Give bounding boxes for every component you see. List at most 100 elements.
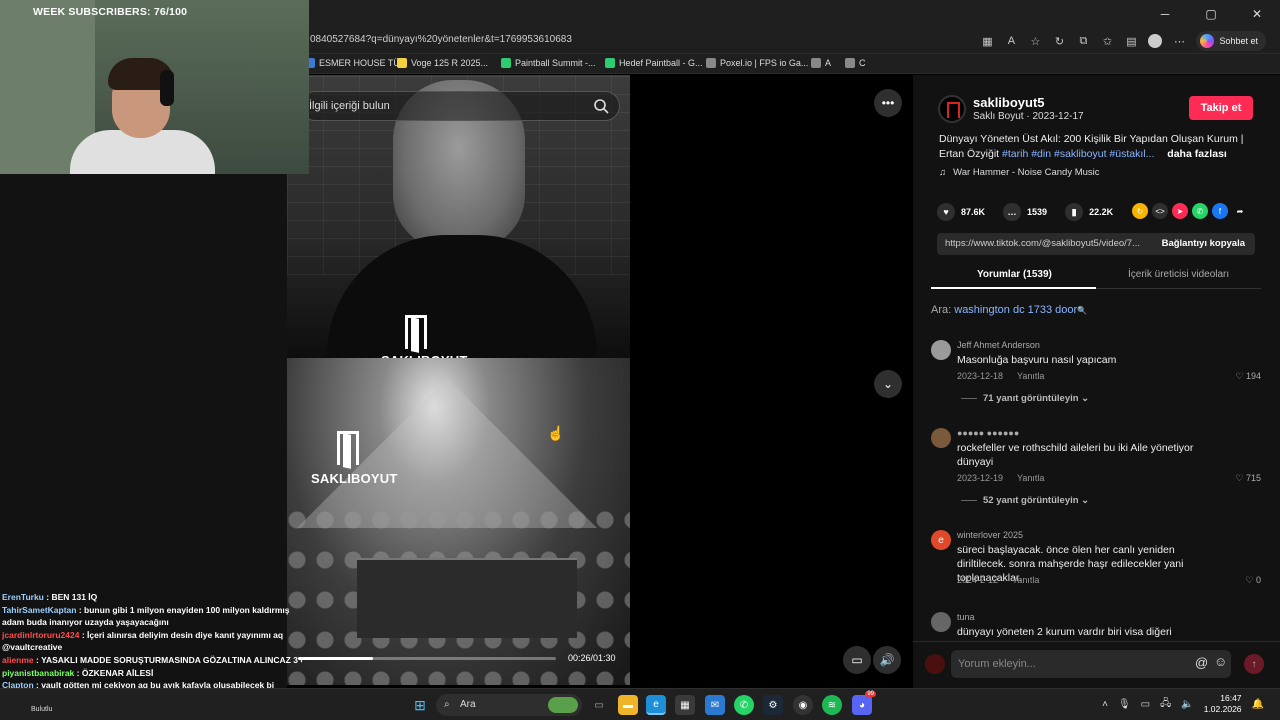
mail-icon[interactable]: ✉ xyxy=(705,695,725,715)
show-more-link[interactable]: daha fazlası xyxy=(1167,148,1227,160)
notifications-icon[interactable]: 🔔 xyxy=(1252,699,1264,710)
commenter-name[interactable]: tuna xyxy=(957,612,975,622)
favorites-icon[interactable]: ✩ xyxy=(1100,34,1114,48)
comment-text: Masonluğa başvuru nasıl yapıcam xyxy=(957,354,1117,366)
task-view-icon[interactable]: ▭ xyxy=(589,695,609,715)
bookmark-item[interactable]: Hedef Paintball - G... xyxy=(605,58,703,68)
send-to-friends-icon[interactable]: ➤ xyxy=(1172,203,1188,219)
copilot-button[interactable]: Sohbet et xyxy=(1196,31,1266,51)
chevron-down-icon: ⌄ xyxy=(882,377,894,391)
windows-start-icon[interactable]: ⊞ xyxy=(410,695,430,715)
bookmark-item[interactable]: Poxel.io | FPS io Ga... xyxy=(706,58,808,68)
hashtags[interactable]: #tarih #din #sakliboyut #üstakıl... xyxy=(1002,148,1154,160)
facebook-icon[interactable]: f xyxy=(1212,203,1228,219)
volume-icon: 🔊 xyxy=(879,653,895,667)
author-avatar[interactable] xyxy=(938,95,966,123)
emoji-icon[interactable]: ☺ xyxy=(1214,654,1227,669)
copy-link-button[interactable]: Bağlantıyı kopyala xyxy=(1162,238,1245,249)
chat-username: alienme xyxy=(2,654,34,665)
commenter-avatar[interactable] xyxy=(931,340,951,360)
commenter-name[interactable]: ●●●●● ●●●●●● xyxy=(957,428,1019,438)
video-progress-bar[interactable] xyxy=(298,657,556,660)
comment-like-button[interactable]: ♡ 0 xyxy=(1245,575,1261,586)
next-video-button[interactable]: ⌄ xyxy=(874,370,902,398)
music-info[interactable]: ♫ War Hammer - Noise Candy Music xyxy=(939,167,1100,178)
weather-label: Bulutlu xyxy=(31,706,53,713)
whatsapp-icon[interactable]: ✆ xyxy=(1192,203,1208,219)
minimize-button[interactable]: ─ xyxy=(1142,0,1188,28)
commenter-avatar[interactable]: e xyxy=(931,530,951,550)
tray-chevron-icon[interactable]: ˄ xyxy=(1102,699,1108,710)
url-field[interactable]: 0840527684?q=dünyayı%20yönetenler&t=1769… xyxy=(310,34,572,45)
commenter-avatar[interactable] xyxy=(931,428,951,448)
mini-player-button[interactable]: ▭ xyxy=(843,646,871,674)
search-icon[interactable] xyxy=(593,98,609,114)
taskbar-search[interactable]: ⌕ Ara xyxy=(436,694,582,716)
follow-button[interactable]: Takip et xyxy=(1189,96,1253,120)
search-suggestion[interactable]: Ara: washington dc 1733 door🔍 xyxy=(931,304,1087,316)
bookmark-icon: ▮ xyxy=(1065,203,1084,221)
network-icon[interactable]: 🖧 xyxy=(1160,696,1171,713)
tab-comments[interactable]: Yorumlar (1539) xyxy=(977,269,1052,280)
favorite-star-icon[interactable]: ☆ xyxy=(1028,34,1042,48)
related-search-input[interactable]: İlgili içeriği bulun xyxy=(300,91,620,121)
commenter-name[interactable]: Jeff Ahmet Anderson xyxy=(957,340,1040,350)
commenter-name[interactable]: winterlover 2025 xyxy=(957,530,1023,540)
store-icon[interactable]: ▦ xyxy=(675,695,695,715)
reply-button[interactable]: Yanıtla xyxy=(1012,575,1039,585)
app-available-icon[interactable]: ▦ xyxy=(980,34,994,48)
obs-icon[interactable]: ◉ xyxy=(793,695,813,715)
bookmark-item[interactable]: Voge 125 R 2025... xyxy=(397,58,488,68)
clock[interactable]: 16:47 1.02.2026 xyxy=(1204,693,1242,715)
author-name[interactable]: sakliboyut5 xyxy=(973,95,1045,110)
comment-like-button[interactable]: ♡ 194 xyxy=(1235,371,1261,382)
more-options-button[interactable]: ••• xyxy=(874,89,902,117)
commenter-avatar[interactable] xyxy=(931,612,951,632)
send-comment-button[interactable]: ↑ xyxy=(1244,654,1264,674)
comment-input[interactable]: Yorum ekleyin... xyxy=(951,650,1231,678)
collections-icon[interactable]: ▤ xyxy=(1124,34,1138,48)
bookmark-item[interactable]: Paintball Summit -... xyxy=(501,58,596,68)
repost-icon[interactable]: ↻ xyxy=(1132,203,1148,219)
translate-icon[interactable]: A xyxy=(1004,34,1018,48)
view-replies-button[interactable]: 71 yanıt görüntüleyin ⌄ xyxy=(961,393,1089,404)
bookmark-favicon-icon xyxy=(501,58,511,68)
mention-icon[interactable]: @ xyxy=(1195,655,1208,670)
microphone-icon[interactable]: 🎙 xyxy=(1118,699,1131,710)
tab-creator-videos[interactable]: İçerik üreticisi videoları xyxy=(1128,269,1229,280)
embed-icon[interactable]: <> xyxy=(1152,203,1168,219)
bookmark-item[interactable]: C xyxy=(845,58,866,68)
video-player[interactable]: SAKLIBOYUT SAKLIBOYUT xyxy=(287,75,630,685)
comment-like-button[interactable]: ♡ 715 xyxy=(1235,473,1261,484)
file-explorer-icon[interactable]: ▬ xyxy=(618,695,638,715)
system-tray: ˄ 🎙 ▭ 🖧 🔈 16:47 1.02.2026 🔔 xyxy=(1102,693,1264,715)
share-arrow-icon[interactable]: ➦ xyxy=(1232,203,1248,219)
bookmark-item[interactable]: A xyxy=(811,58,831,68)
discord-icon[interactable]: ◕ 99 xyxy=(852,691,876,715)
reply-button[interactable]: Yanıtla xyxy=(1017,473,1044,483)
more-menu-icon[interactable]: ⋯ xyxy=(1172,34,1186,48)
profile-avatar[interactable] xyxy=(1148,34,1163,48)
steam-icon[interactable]: ⚙ xyxy=(763,695,783,715)
extensions-icon[interactable]: ⧉ xyxy=(1076,34,1090,48)
view-replies-button[interactable]: 52 yanıt görüntüleyin ⌄ xyxy=(961,495,1089,506)
close-button[interactable]: ✕ xyxy=(1234,0,1280,28)
video-link[interactable]: https://www.tiktok.com/@sakliboyut5/vide… xyxy=(945,238,1155,249)
comment-tabs: Yorumlar (1539) İçerik üreticisi videola… xyxy=(931,263,1261,289)
edge-browser-icon[interactable]: e xyxy=(646,695,666,715)
whatsapp-taskbar-icon[interactable]: ✆ xyxy=(734,695,754,715)
bookmark-item[interactable]: ESMER HOUSE TÜ... xyxy=(305,58,407,68)
like-button[interactable]: ♥ 87.6K xyxy=(937,203,985,221)
spotify-icon[interactable]: ≋ xyxy=(822,695,842,715)
video-link-box: https://www.tiktok.com/@sakliboyut5/vide… xyxy=(937,233,1255,255)
heart-outline-icon: ♡ xyxy=(1235,473,1246,483)
maximize-button[interactable]: ▢ xyxy=(1188,0,1234,28)
speaker-icon[interactable]: 🔈 xyxy=(1181,699,1193,710)
my-avatar xyxy=(925,654,945,674)
refresh-icon[interactable]: ↻ xyxy=(1052,34,1066,48)
save-button[interactable]: ▮ 22.2K xyxy=(1065,203,1113,221)
comment-button[interactable]: … 1539 xyxy=(1003,203,1047,221)
display-icon[interactable]: ▭ xyxy=(1141,699,1150,710)
volume-button[interactable]: 🔊 xyxy=(873,646,901,674)
reply-button[interactable]: Yanıtla xyxy=(1017,371,1044,381)
